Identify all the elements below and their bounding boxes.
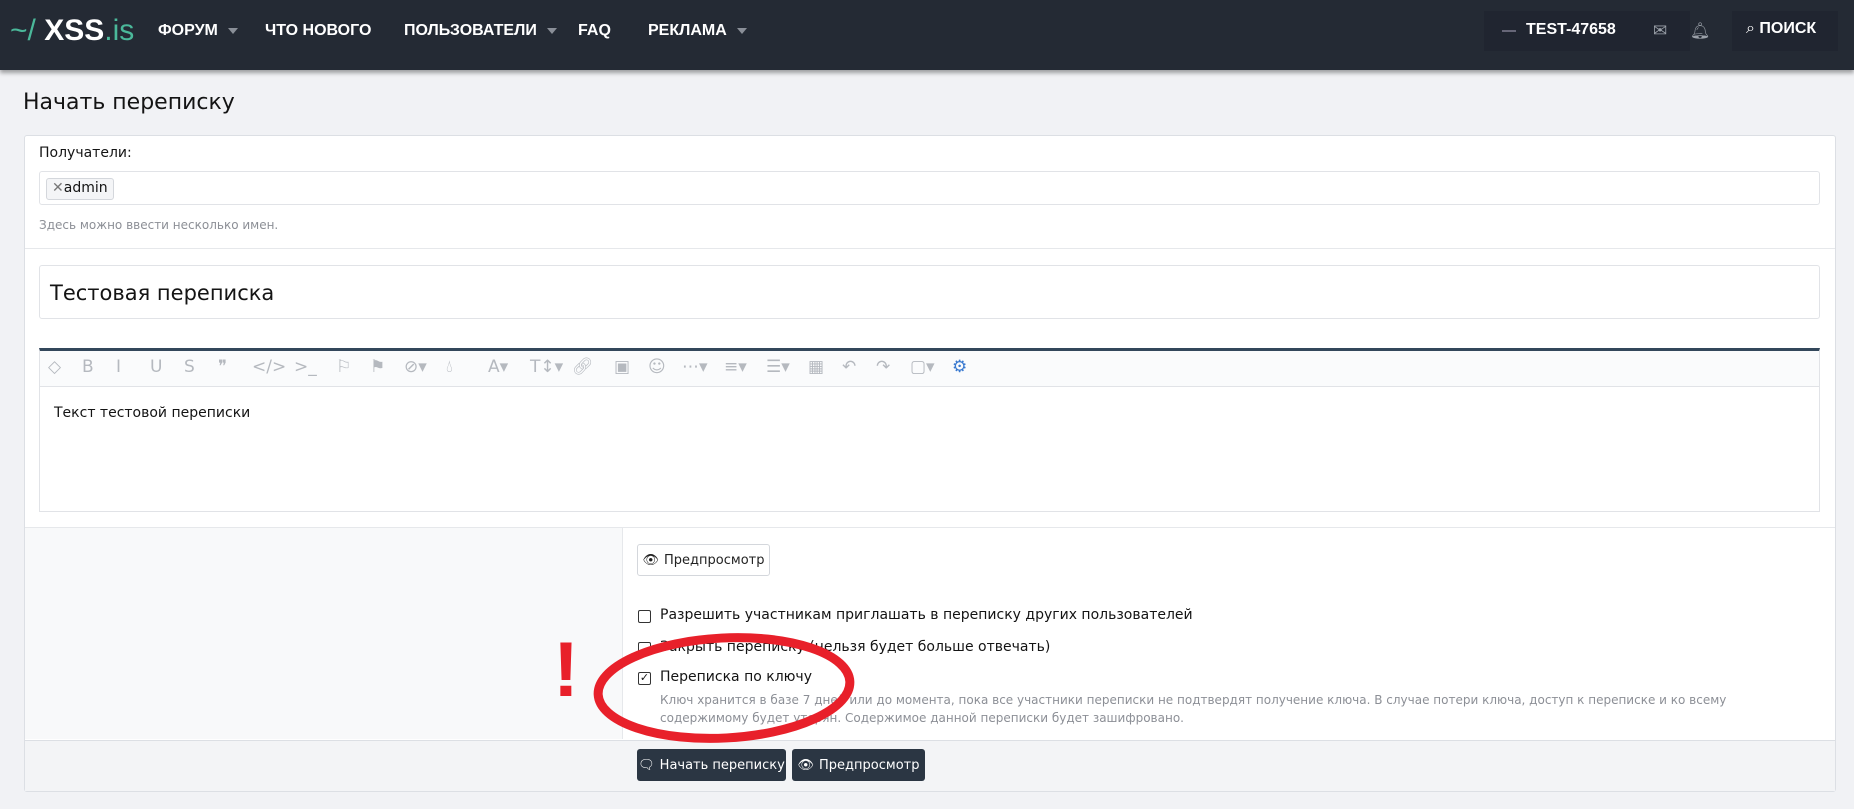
- table-icon[interactable]: ▦: [808, 357, 824, 377]
- option-invite-label[interactable]: Разрешить участникам приглашать в перепи…: [660, 607, 1193, 623]
- search-button[interactable]: ⌕ ПОИСК: [1732, 11, 1838, 51]
- form-footer: [25, 740, 1835, 791]
- message-body: Текст тестовой переписки: [54, 405, 251, 421]
- nav-faq[interactable]: FAQ: [578, 22, 611, 40]
- flag-icon[interactable]: ⚑: [370, 357, 385, 377]
- nav-ads[interactable]: РЕКЛАМА: [648, 22, 747, 40]
- chevron-down-icon: [546, 27, 557, 34]
- text-size-icon[interactable]: T↕▾: [530, 357, 563, 377]
- font-icon[interactable]: A▾: [488, 357, 508, 377]
- link-icon[interactable]: 🔗︎: [572, 357, 594, 377]
- underline-icon[interactable]: U: [150, 357, 162, 377]
- subject-input[interactable]: Тестовая переписка: [39, 265, 1820, 319]
- align-icon[interactable]: ≡▾: [724, 357, 747, 377]
- remove-icon[interactable]: ✕: [52, 180, 64, 196]
- nav-whats-new[interactable]: ЧТО НОВОГО: [265, 22, 371, 40]
- comments-icon: 🗨︎: [638, 757, 655, 773]
- eye-icon: 👁︎: [642, 552, 660, 568]
- footer-preview-button[interactable]: 👁︎ Предпросмотр: [792, 749, 925, 781]
- smilie-icon[interactable]: ☺: [648, 357, 666, 377]
- option-invite-checkbox[interactable]: [638, 610, 651, 623]
- undo-icon[interactable]: ↶: [842, 357, 856, 377]
- divider: [623, 527, 1835, 528]
- code-icon[interactable]: </>: [252, 357, 286, 377]
- exclamation-annotation: !: [553, 625, 579, 713]
- drafts-icon[interactable]: ▢▾: [910, 357, 935, 377]
- search-icon: ⌕: [1746, 20, 1755, 37]
- quote-icon[interactable]: ❞: [218, 357, 227, 377]
- settings-icon[interactable]: ⚙: [952, 357, 967, 377]
- recipient-tag[interactable]: ✕admin: [46, 178, 114, 200]
- italic-icon[interactable]: I: [116, 357, 121, 377]
- form-left-column: [25, 527, 623, 739]
- chevron-down-icon: [736, 27, 747, 34]
- start-conversation-button[interactable]: 🗨︎ Начать переписку: [637, 749, 786, 781]
- eye-icon: 👁︎: [797, 757, 815, 773]
- redo-icon[interactable]: ↷: [876, 357, 890, 377]
- inline-code-icon[interactable]: >_: [294, 357, 317, 377]
- nav-forum[interactable]: ФОРУМ: [158, 22, 238, 40]
- chevron-down-icon: [227, 27, 238, 34]
- avatar: [1502, 30, 1516, 32]
- recipients-label: Получатели:: [39, 145, 132, 161]
- page-title: Начать переписку: [23, 90, 235, 115]
- site-logo[interactable]: ~/ XSS.is: [10, 14, 134, 48]
- nav-members[interactable]: ПОЛЬЗОВАТЕЛИ: [404, 22, 557, 40]
- list-icon[interactable]: ☰▾: [766, 357, 790, 377]
- more-icon[interactable]: ⋯▾: [682, 357, 708, 377]
- top-navbar: ~/ XSS.is ФОРУМ ЧТО НОВОГО ПОЛЬЗОВАТЕЛИ …: [0, 0, 1854, 70]
- bold-icon[interactable]: B: [82, 357, 94, 377]
- red-ellipse-annotation: [593, 633, 855, 743]
- image-icon[interactable]: ▣: [614, 357, 630, 377]
- eraser-icon[interactable]: ◇: [48, 357, 61, 377]
- strike-icon[interactable]: S: [184, 357, 195, 377]
- recipients-input[interactable]: ✕admin: [39, 171, 1820, 205]
- divider: [25, 248, 1835, 249]
- user-menu[interactable]: TEST-47658: [1484, 11, 1630, 51]
- hide-icon[interactable]: ⊘▾: [404, 357, 427, 377]
- recipients-hint: Здесь можно ввести несколько имен.: [39, 218, 279, 232]
- color-icon[interactable]: 💧︎: [446, 357, 453, 377]
- spoiler-icon[interactable]: ⚐: [336, 357, 351, 377]
- bell-icon[interactable]: 🔔︎: [1670, 11, 1730, 51]
- preview-button[interactable]: 👁︎ Предпросмотр: [637, 544, 770, 576]
